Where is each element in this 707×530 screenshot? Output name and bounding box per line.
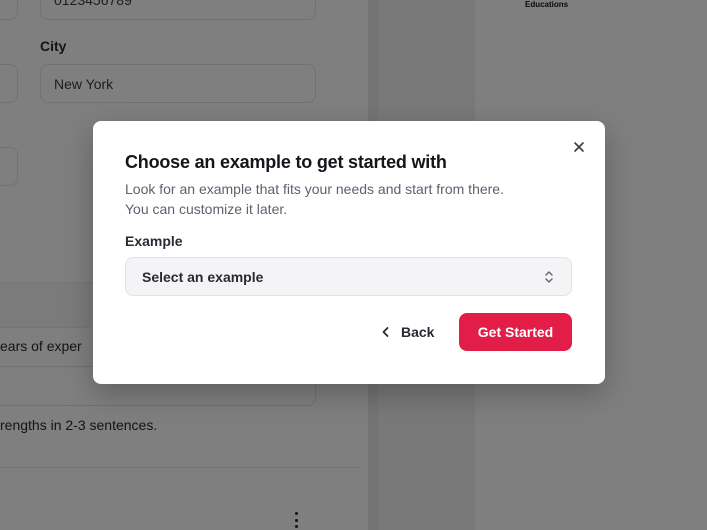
dialog-title: Choose an example to get started with <box>125 152 447 172</box>
get-started-button[interactable]: Get Started <box>459 313 572 351</box>
chevron-up-down-icon <box>543 269 555 285</box>
dialog-description-line-2: You can customize it later. <box>125 201 288 217</box>
chevron-left-icon <box>382 327 389 337</box>
dialog-description: Look for an example that fits your needs… <box>125 179 575 219</box>
example-select[interactable]: Select an example <box>125 257 572 296</box>
back-button[interactable]: Back <box>374 313 440 351</box>
dialog-description-line-1: Look for an example that fits your needs… <box>125 181 504 197</box>
choose-example-dialog: Choose an example to get started with Lo… <box>93 121 605 384</box>
app-stage: 0123456789 City New York ears of exper r… <box>0 0 707 530</box>
example-select-value: Select an example <box>142 268 264 285</box>
close-icon[interactable] <box>571 139 587 155</box>
back-button-label: Back <box>401 324 435 340</box>
example-label: Example <box>125 233 183 249</box>
